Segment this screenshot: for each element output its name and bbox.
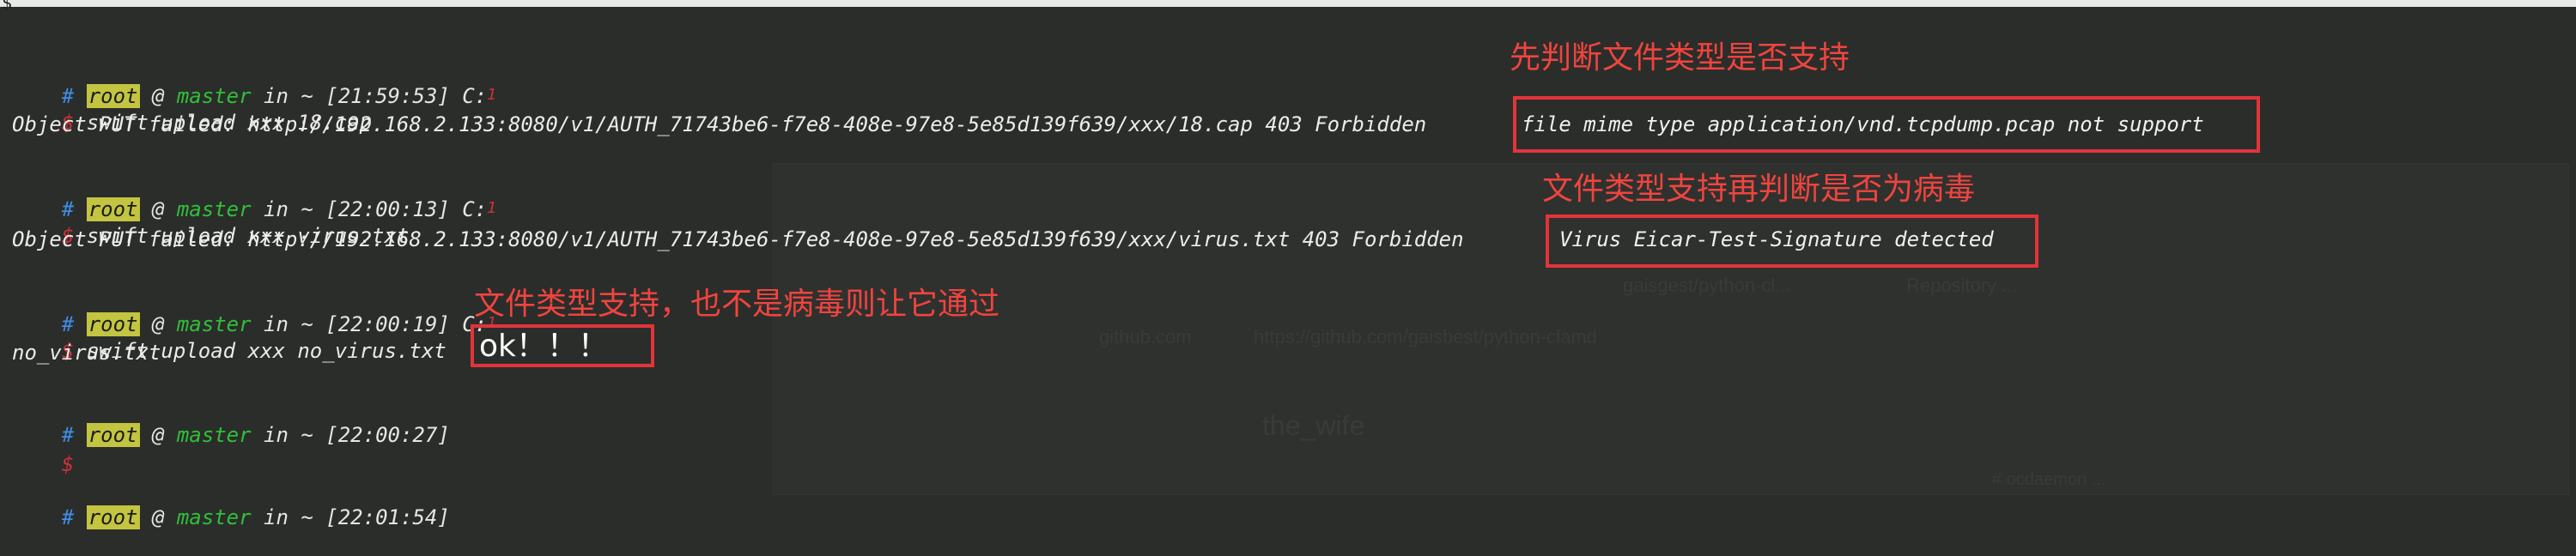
- annotation-box-mime-text: file mime type application/vnd.tcpdump.p…: [1522, 112, 2204, 136]
- prompt-dir: ~: [301, 423, 313, 447]
- prompt-at: @: [151, 423, 165, 447]
- output-line: Object PUT failed: http://192.168.2.133:…: [12, 112, 1427, 136]
- output-line: no_virus.txt: [12, 341, 161, 365]
- background-text: https://github.com/gaisbest/python-clamd: [1254, 326, 1597, 348]
- annotation-title-virus-check: 文件类型支持再判断是否为病毒: [1542, 172, 1976, 207]
- annotation-box-virus-text: Virus Eicar-Test-Signature detected: [1559, 227, 1994, 251]
- annotation-box-ok-text: ok！！！: [479, 329, 609, 364]
- output-line: Object PUT failed: http://192.168.2.133:…: [12, 227, 1464, 251]
- prompt-time: [22:00:27]: [325, 423, 450, 447]
- prompt-hash: #: [61, 505, 75, 529]
- prompt-line: # root @ master in ~ [21:59:53] C:1: [12, 57, 496, 108]
- background-text: Repository ...: [1906, 275, 2018, 296]
- prompt-in: in: [264, 423, 289, 447]
- prompt-user: root: [86, 505, 140, 529]
- prompt-c-value: 1: [487, 86, 496, 104]
- prompt-in: in: [264, 505, 289, 529]
- command-line: $ swift upload xxx virus.txt: [12, 197, 410, 248]
- command-line: $ swift upload xxx no_virus.txt: [12, 312, 447, 363]
- prompt-dir: ~: [301, 505, 313, 529]
- background-window: [773, 163, 2569, 495]
- command-line: $ swift upload xxx 18.cap: [12, 84, 372, 135]
- background-text: github.com: [1099, 326, 1192, 348]
- prompt-user: root: [86, 423, 140, 447]
- prompt-line: # root @ master in ~ [22:01:54]: [12, 479, 450, 529]
- background-text: gaisgest/python-cl...: [1623, 275, 1791, 296]
- prompt-host: master: [176, 423, 252, 447]
- prompt-line: # root @ master in ~ [22:00:13] C:1: [12, 170, 496, 221]
- prompt-c-label: C:: [462, 84, 488, 108]
- prompt-at: @: [151, 505, 165, 529]
- annotation-title-mime-check: 先判断文件类型是否支持: [1510, 40, 1850, 76]
- command-line: $: [12, 426, 74, 476]
- prompt-dollar: $: [61, 452, 75, 476]
- top-bar: $: [0, 0, 2576, 13]
- prompt-line: # root @ master in ~ [22:00:27]: [12, 396, 450, 447]
- annotation-title-pass: 文件类型支持，也不是病毒则让它通过: [474, 287, 1000, 322]
- background-text: the_wife: [1262, 410, 1365, 441]
- prompt-host: master: [176, 505, 252, 529]
- prompt-time: [22:01:54]: [325, 505, 450, 529]
- background-text: # ocdaemon ...: [1992, 470, 2106, 489]
- prompt-c-value: 1: [487, 199, 496, 217]
- top-prompt-glyph: $: [2, 0, 13, 13]
- prompt-line: # root @ master in ~ [22:00:19] C:1: [12, 285, 496, 336]
- prompt-c-label: C:: [462, 197, 488, 221]
